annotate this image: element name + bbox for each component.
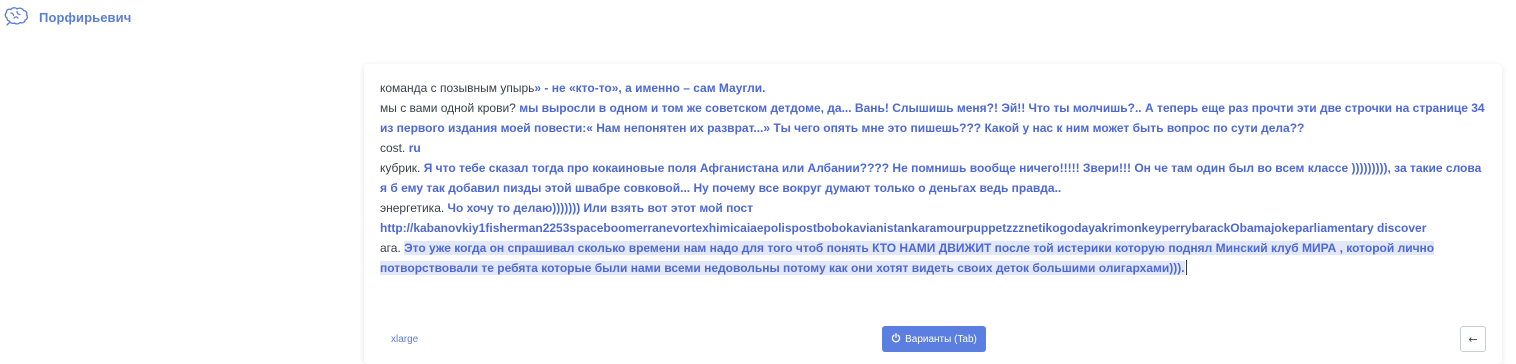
undo-back-button[interactable]: ← (1460, 326, 1486, 352)
text-editor[interactable]: команда с позывным упырь» - не «кто-то»,… (380, 78, 1490, 278)
text-cursor (1185, 260, 1187, 275)
latest-generated-text: Это уже когда он спрашивал сколько време… (380, 241, 1435, 275)
logo-link[interactable]: Порфирьевич (3, 6, 131, 28)
model-size-label[interactable]: xlarge (391, 334, 418, 345)
arrow-left-icon: ← (1468, 332, 1478, 346)
editor-card: команда с позывным упырь» - не «кто-то»,… (364, 64, 1502, 364)
top-bar: Порфирьевич (0, 0, 1516, 36)
prompt-text: cost. (380, 141, 409, 155)
text-line: мы с вами одной крови? мы выросли в одно… (380, 98, 1490, 138)
text-line: энергетика. Чо хочу то делаю))))))) Или … (380, 198, 1490, 238)
prompt-text: ага. (380, 241, 405, 255)
variants-button-label: Варианты (Tab) (905, 333, 977, 345)
editor-footer: xlarge Варианты (Tab) ← (364, 326, 1502, 354)
generated-text: мы выросли в одном и том же советском де… (380, 101, 1485, 135)
brand-name: Порфирьевич (39, 9, 132, 25)
generated-text: Чо хочу то делаю))))))) Или взять вот эт… (380, 201, 1427, 235)
text-line: команда с позывным упырь» - не «кто-то»,… (380, 78, 1490, 98)
text-line: кубрик. Я что тебе сказал тогда про кока… (380, 158, 1490, 198)
prompt-text: мы с вами одной крови? (380, 101, 520, 115)
generated-text: ru (408, 141, 421, 155)
generated-text: Я что тебе сказал тогда про кокаиновые п… (380, 161, 1482, 195)
power-icon (891, 332, 901, 346)
generated-text: » - не «кто-то», а именно – сам Маугли. (534, 81, 766, 95)
prompt-text: энергетика. (380, 201, 448, 215)
variants-button[interactable]: Варианты (Tab) (882, 326, 986, 352)
text-line: cost. ru (380, 138, 1490, 158)
prompt-text: команда с позывным упырь (380, 81, 535, 95)
prompt-text: кубрик. (380, 161, 424, 175)
brain-icon (3, 6, 29, 28)
text-line: ага. Это уже когда он спрашивал сколько … (380, 238, 1490, 278)
